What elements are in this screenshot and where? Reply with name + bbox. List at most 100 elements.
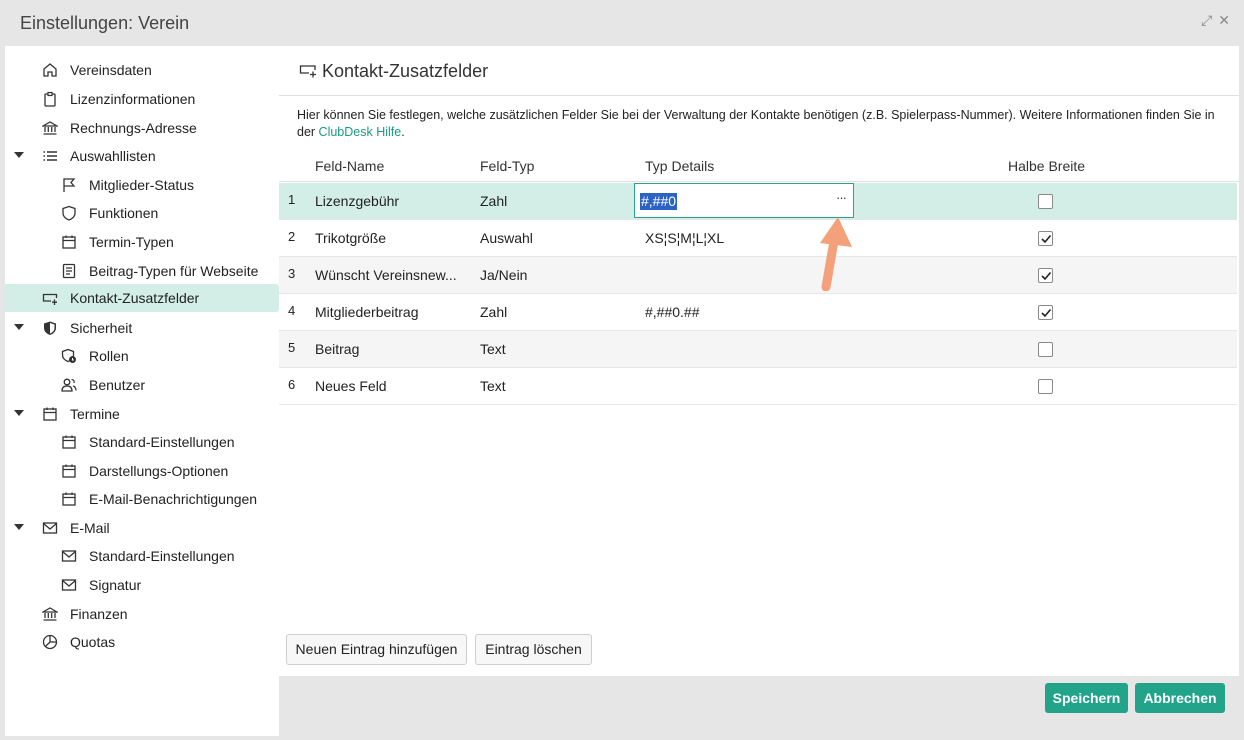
page-title: Kontakt-Zusatzfelder bbox=[322, 61, 489, 81]
field-type-cell[interactable]: Ja/Nein bbox=[480, 267, 527, 283]
shield-solid-icon bbox=[44, 321, 56, 335]
half-width-checkbox[interactable] bbox=[1038, 194, 1053, 209]
check-icon bbox=[1041, 271, 1052, 281]
sidebar-item-rollen[interactable]: Rollen bbox=[5, 342, 279, 370]
sidebar-item-kontakt-zusatzfelder[interactable]: Kontakt-Zusatzfelder bbox=[5, 284, 279, 312]
table-row[interactable]: 6 Neues Feld Text bbox=[279, 368, 1237, 405]
field-name-cell[interactable]: Trikotgröße bbox=[315, 230, 386, 246]
description-text: Hier können Sie festlegen, welche zusätz… bbox=[297, 107, 1227, 141]
row-number: 5 bbox=[288, 340, 296, 355]
sidebar-item-label: Auswahllisten bbox=[70, 148, 156, 164]
sidebar-item-signatur[interactable]: Signatur bbox=[5, 571, 279, 599]
expand-caret-icon[interactable] bbox=[14, 324, 24, 330]
ellipsis-button[interactable]: ··· bbox=[836, 190, 847, 205]
table-row[interactable]: 5 Beitrag Text bbox=[279, 331, 1237, 368]
calendar-icon bbox=[62, 492, 76, 506]
calendar-icon bbox=[62, 235, 76, 249]
check-icon bbox=[1041, 308, 1052, 318]
field-add-icon bbox=[42, 293, 58, 305]
sidebar-item-label: Kontakt-Zusatzfelder bbox=[70, 290, 200, 306]
field-type-cell[interactable]: Text bbox=[480, 341, 506, 357]
sidebar-item-email-standard[interactable]: Standard-Einstellungen bbox=[5, 542, 279, 570]
expand-caret-icon[interactable] bbox=[14, 152, 24, 158]
sidebar-item-label: Funktionen bbox=[89, 205, 159, 221]
home-icon bbox=[43, 63, 57, 77]
expand-caret-icon[interactable] bbox=[14, 524, 24, 530]
field-name-cell[interactable]: Mitgliederbeitrag bbox=[315, 304, 419, 320]
sidebar-item-funktionen[interactable]: Funktionen bbox=[5, 199, 279, 227]
sidebar-item-vereinsdaten[interactable]: Vereinsdaten bbox=[5, 56, 279, 84]
main-panel: Kontakt-Zusatzfelder Hier können Sie fes… bbox=[279, 46, 1239, 676]
half-width-checkbox[interactable] bbox=[1038, 305, 1053, 320]
calendar-icon bbox=[62, 435, 76, 449]
maximize-icon[interactable]: ⤢ bbox=[1201, 12, 1212, 28]
half-width-checkbox[interactable] bbox=[1038, 231, 1053, 246]
panel-header: Kontakt-Zusatzfelder bbox=[279, 46, 1239, 96]
table-row[interactable]: 1 Lizenzgebühr Zahl #,##0 ··· bbox=[279, 183, 1237, 220]
sidebar-item-label: Termine bbox=[70, 406, 120, 422]
sidebar-item-label: Signatur bbox=[89, 577, 142, 593]
pie-icon bbox=[42, 634, 58, 650]
table-row[interactable]: 3 Wünscht Vereinsnew... Ja/Nein bbox=[279, 257, 1237, 294]
sidebar-item-mitglieder-status[interactable]: Mitglieder-Status bbox=[5, 171, 279, 199]
sidebar-item-lizenzinformationen[interactable]: Lizenzinformationen bbox=[5, 85, 279, 113]
settings-sidebar: Vereinsdaten Lizenzinformationen Rechnun… bbox=[5, 46, 279, 736]
half-width-checkbox[interactable] bbox=[1038, 268, 1053, 283]
table-row[interactable]: 4 Mitgliederbeitrag Zahl #,##0.## bbox=[279, 294, 1237, 331]
sidebar-item-benutzer[interactable]: Benutzer bbox=[5, 371, 279, 399]
sidebar-item-label: Standard-Einstellungen bbox=[89, 434, 235, 450]
sidebar-item-termin-typen[interactable]: Termin-Typen bbox=[5, 228, 279, 256]
field-name-cell[interactable]: Lizenzgebühr bbox=[315, 193, 399, 209]
description-suffix: . bbox=[401, 125, 405, 139]
mail-icon bbox=[61, 550, 77, 562]
help-link[interactable]: ClubDesk Hilfe bbox=[319, 125, 402, 139]
type-details-cell[interactable]: #,##0.## bbox=[645, 304, 700, 320]
column-header-type[interactable]: Feld-Typ bbox=[480, 158, 534, 174]
role-icon bbox=[61, 348, 76, 363]
cancel-button[interactable]: Abbrechen bbox=[1135, 683, 1225, 713]
sidebar-item-auswahllisten[interactable]: Auswahllisten bbox=[5, 142, 279, 170]
row-number: 3 bbox=[288, 266, 296, 281]
column-header-name[interactable]: Feld-Name bbox=[315, 158, 384, 174]
mail-icon bbox=[42, 522, 58, 534]
bank-icon bbox=[42, 607, 58, 621]
field-name-cell[interactable]: Beitrag bbox=[315, 341, 359, 357]
half-width-checkbox[interactable] bbox=[1038, 379, 1053, 394]
close-icon[interactable]: ✕ bbox=[1218, 12, 1230, 28]
sidebar-item-label: Lizenzinformationen bbox=[70, 91, 196, 107]
sidebar-item-quotas[interactable]: Quotas bbox=[5, 628, 279, 656]
sidebar-item-rechnungs-adresse[interactable]: Rechnungs-Adresse bbox=[5, 114, 279, 142]
column-header-half-width[interactable]: Halbe Breite bbox=[1008, 158, 1085, 174]
type-details-cell[interactable]: XS¦S¦M¦L¦XL bbox=[645, 230, 724, 246]
shield-icon bbox=[62, 205, 76, 221]
sidebar-item-sicherheit[interactable]: Sicherheit bbox=[5, 314, 279, 342]
sidebar-item-email[interactable]: E-Mail bbox=[5, 514, 279, 542]
field-type-cell[interactable]: Zahl bbox=[480, 193, 507, 209]
add-entry-button[interactable]: Neuen Eintrag hinzufügen bbox=[286, 634, 467, 665]
sidebar-item-beitrag-typen[interactable]: Beitrag-Typen für Webseite bbox=[5, 257, 279, 285]
field-name-cell[interactable]: Neues Feld bbox=[315, 378, 387, 394]
bank-icon bbox=[42, 121, 58, 135]
sidebar-item-label: E-Mail bbox=[70, 520, 110, 536]
field-type-cell[interactable]: Zahl bbox=[480, 304, 507, 320]
table-row[interactable]: 2 Trikotgröße Auswahl XS¦S¦M¦L¦XL bbox=[279, 220, 1237, 257]
sidebar-item-darstellungs-optionen[interactable]: Darstellungs-Optionen bbox=[5, 457, 279, 485]
sidebar-item-label: Rechnungs-Adresse bbox=[70, 120, 197, 136]
column-header-details[interactable]: Typ Details bbox=[645, 158, 714, 174]
sidebar-item-finanzen[interactable]: Finanzen bbox=[5, 600, 279, 628]
sidebar-item-termine-standard[interactable]: Standard-Einstellungen bbox=[5, 428, 279, 456]
field-type-cell[interactable]: Text bbox=[480, 378, 506, 394]
sidebar-item-email-benachrichtigungen[interactable]: E-Mail-Benachrichtigungen bbox=[5, 485, 279, 513]
window-title: Einstellungen: Verein bbox=[20, 13, 190, 33]
type-details-input[interactable]: #,##0 bbox=[640, 193, 678, 210]
sidebar-item-termine[interactable]: Termine bbox=[5, 400, 279, 428]
sidebar-item-label: Benutzer bbox=[89, 377, 146, 393]
delete-entry-button[interactable]: Eintrag löschen bbox=[475, 634, 592, 665]
half-width-checkbox[interactable] bbox=[1038, 342, 1053, 357]
expand-caret-icon[interactable] bbox=[14, 410, 24, 416]
sidebar-item-label: Mitglieder-Status bbox=[89, 177, 195, 193]
save-button[interactable]: Speichern bbox=[1045, 683, 1128, 713]
field-type-cell[interactable]: Auswahl bbox=[480, 230, 533, 246]
field-name-cell[interactable]: Wünscht Vereinsnew... bbox=[315, 267, 457, 283]
sidebar-item-label: Finanzen bbox=[70, 606, 128, 622]
